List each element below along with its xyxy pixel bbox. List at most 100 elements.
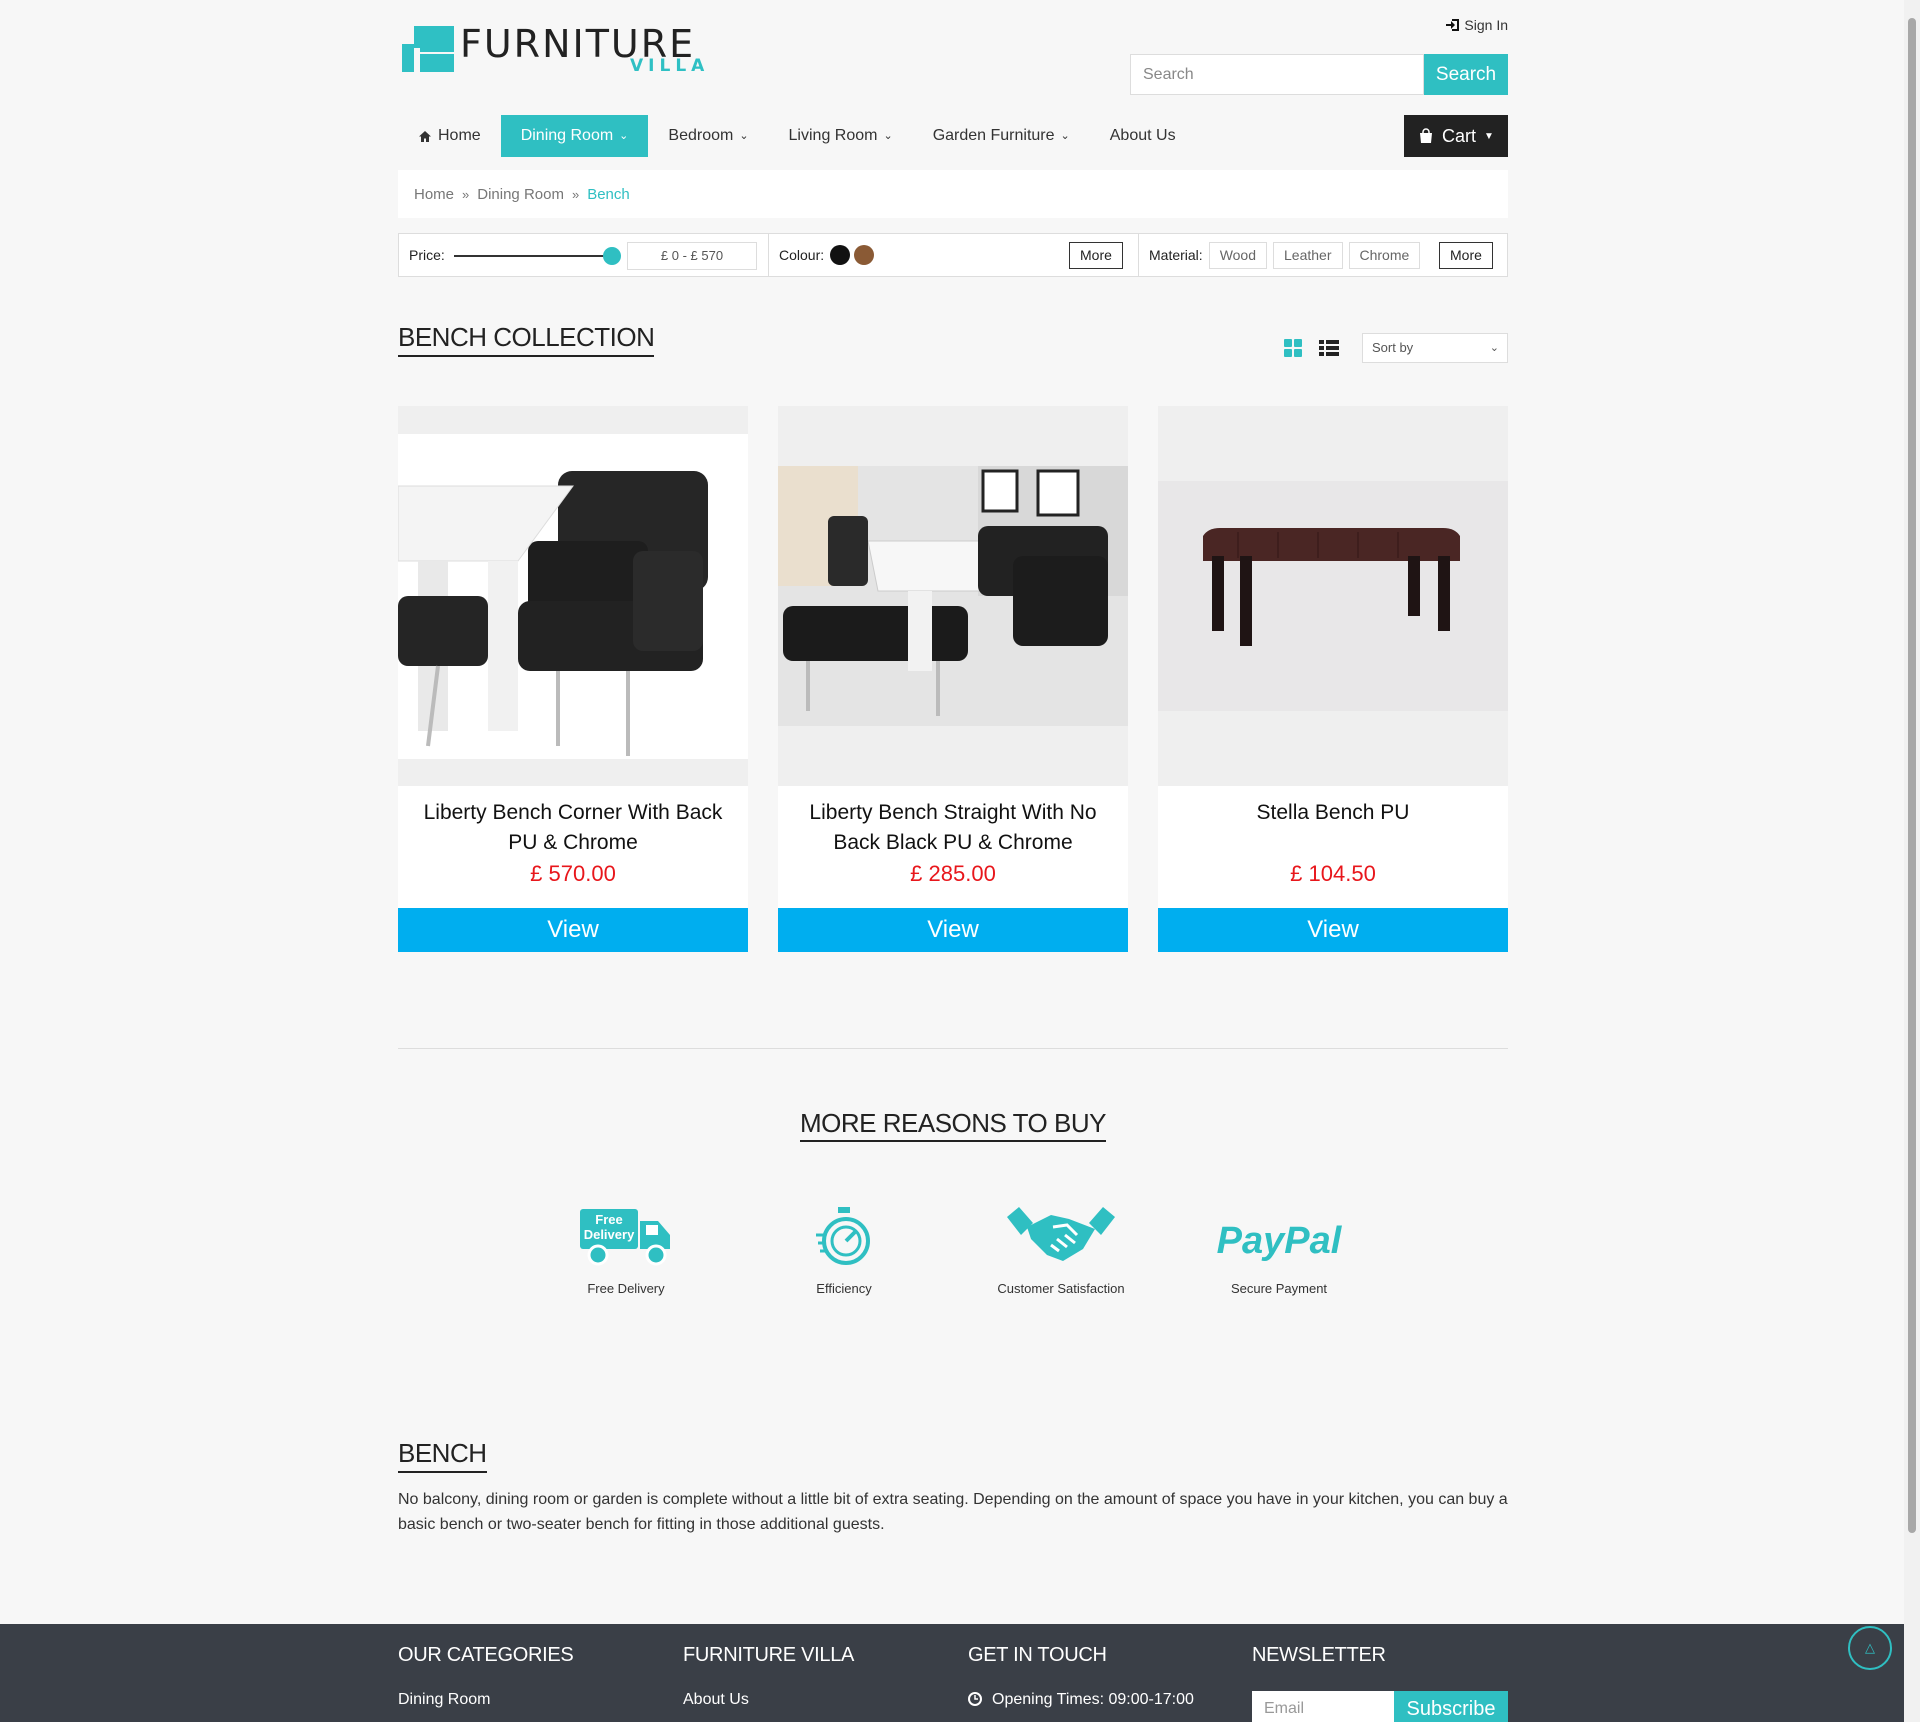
subscribe-button[interactable]: Subscribe [1394, 1691, 1508, 1722]
price-slider-track[interactable] [454, 255, 614, 257]
search-button[interactable]: Search [1424, 54, 1508, 95]
product-name[interactable]: Stella Bench PU [1168, 798, 1498, 828]
reasons-title: MORE REASONS TO BUY [800, 1108, 1106, 1142]
nav-bedroom[interactable]: Bedroom ⌄ [648, 115, 768, 157]
colour-more-button[interactable]: More [1069, 242, 1123, 269]
product-image[interactable] [1158, 406, 1508, 786]
truck-icon-text-delivery: Delivery [584, 1227, 635, 1242]
reason-label: Customer Satisfaction [997, 1281, 1125, 1296]
handshake-icon [1007, 1207, 1115, 1261]
description-text: No balcony, dining room or garden is com… [398, 1491, 1508, 1533]
sign-in-icon [1446, 19, 1460, 31]
price-label: Price: [409, 247, 445, 263]
product-price: £ 570.00 [530, 861, 616, 886]
chevron-down-icon: ⌄ [739, 130, 749, 142]
product-name[interactable]: Liberty Bench Corner With Back PU & Chro… [408, 798, 738, 858]
nav-dining-room[interactable]: Dining Room ⌄ [500, 115, 649, 157]
view-product-button[interactable]: View [778, 908, 1128, 952]
colour-label: Colour: [779, 247, 825, 263]
view-product-button[interactable]: View [398, 908, 748, 952]
price-range-display: £ 0 - £ 570 [627, 242, 757, 270]
newsletter-email-input[interactable]: Email [1252, 1691, 1394, 1722]
breadcrumb-separator-icon: » [571, 186, 580, 202]
brand-subname: VILLA [630, 56, 710, 76]
footer-newsletter-title: NEWSLETTER [1252, 1644, 1386, 1666]
nav-about-us-label: About Us [1109, 127, 1176, 144]
nav-home-label: Home [438, 127, 481, 144]
breadcrumb-home[interactable]: Home [414, 186, 454, 203]
nav-living-room-label: Living Room [788, 127, 878, 144]
nav-garden-furniture[interactable]: Garden Furniture ⌄ [913, 115, 1090, 157]
sign-in-link[interactable]: Sign In [1445, 17, 1508, 33]
reason-secure-payment: PayPal Secure Payment [1189, 1205, 1369, 1296]
paypal-logo: PayPal [1217, 1220, 1343, 1262]
breadcrumb-dining-room[interactable]: Dining Room [477, 186, 564, 203]
filter-bar: Price: £ 0 - £ 570 Colour: More Material… [398, 233, 1508, 277]
chevron-down-icon: ⌄ [1489, 342, 1499, 354]
reason-label: Efficiency [816, 1281, 872, 1296]
nav-living-room[interactable]: Living Room ⌄ [769, 115, 913, 157]
nav-dining-room-label: Dining Room [520, 127, 614, 144]
material-more-button[interactable]: More [1439, 242, 1493, 269]
breadcrumb-current: Bench [587, 185, 630, 203]
breadcrumb: Home » Dining Room » Bench [398, 170, 1508, 218]
product-name[interactable]: Liberty Bench Straight With No Back Blac… [788, 798, 1118, 858]
material-label: Material: [1149, 247, 1203, 263]
description-title: BENCH [398, 1438, 487, 1473]
colour-swatch-black[interactable] [830, 245, 851, 265]
footer-link-about-us[interactable]: About Us [683, 1691, 749, 1709]
material-filter: Material: Wood Leather Chrome More [1139, 234, 1507, 276]
product-image-stella-bench [1158, 481, 1508, 711]
chevron-down-icon: ⌄ [619, 130, 629, 142]
page-scrollbar[interactable] [1904, 0, 1920, 1722]
material-wood[interactable]: Wood [1208, 241, 1268, 269]
footer-villa-title: FURNITURE VILLA [683, 1644, 855, 1666]
view-product-button[interactable]: View [1158, 908, 1508, 952]
footer-contact-title: GET IN TOUCH [968, 1644, 1107, 1666]
scrollbar-thumb[interactable] [1908, 18, 1916, 1533]
reason-customer-satisfaction: Customer Satisfaction [971, 1205, 1151, 1296]
reason-efficiency: Efficiency [754, 1205, 934, 1296]
footer-link-dining-room[interactable]: Dining Room [398, 1691, 490, 1709]
opening-times-text: Opening Times: 09:00-17:00 [992, 1691, 1194, 1708]
brand-logo[interactable]: FURNITURE VILLA [398, 20, 708, 80]
footer-opening-times: Opening Times: 09:00-17:00 [968, 1691, 1194, 1709]
product-card[interactable]: Liberty Bench Straight With No Back Blac… [778, 406, 1128, 952]
footer [0, 1624, 1904, 1722]
list-view-icon[interactable] [1318, 338, 1340, 358]
reason-label: Secure Payment [1230, 1281, 1328, 1296]
reason-label: Free Delivery [587, 1281, 665, 1296]
reason-free-delivery: Free Delivery Free Delivery [536, 1205, 716, 1296]
paypal-logo-text: PayPal [1217, 1220, 1343, 1262]
colour-filter: Colour: More [769, 234, 1139, 276]
sort-select[interactable]: Sort by ⌄ [1362, 333, 1508, 363]
sign-in-label: Sign In [1464, 17, 1508, 33]
product-card[interactable]: Liberty Bench Corner With Back PU & Chro… [398, 406, 748, 952]
home-icon [419, 130, 431, 142]
material-leather[interactable]: Leather [1273, 241, 1343, 269]
cart-button[interactable]: Cart ▼ [1404, 115, 1508, 157]
grid-view-icon[interactable] [1283, 338, 1303, 358]
product-image[interactable] [398, 406, 748, 786]
main-nav: Home Dining Room ⌄ Bedroom ⌄ Living Room… [398, 115, 1196, 157]
colour-swatch-brown[interactable] [854, 245, 875, 265]
search-input[interactable]: Search [1130, 54, 1424, 95]
nav-home[interactable]: Home [398, 115, 501, 157]
caret-down-icon: ▼ [1484, 130, 1494, 142]
scroll-to-top-button[interactable]: △ [1848, 1626, 1892, 1670]
clock-icon [968, 1692, 982, 1706]
material-chrome[interactable]: Chrome [1348, 241, 1421, 269]
stopwatch-icon [816, 1207, 870, 1265]
product-price: £ 104.50 [1290, 861, 1376, 886]
nav-about-us[interactable]: About Us [1090, 115, 1196, 157]
product-image-straight-bench [778, 466, 1128, 726]
cart-label: Cart [1442, 125, 1477, 146]
arrow-up-icon: △ [1865, 1640, 1875, 1655]
price-slider-handle[interactable] [603, 247, 621, 265]
truck-icon-text-free: Free [595, 1212, 622, 1227]
footer-categories-title: OUR CATEGORIES [398, 1644, 574, 1666]
breadcrumb-separator-icon: » [462, 186, 470, 202]
product-card[interactable]: Stella Bench PU £ 104.50 View [1158, 406, 1508, 952]
nav-garden-furniture-label: Garden Furniture [932, 127, 1055, 144]
product-image[interactable] [778, 406, 1128, 786]
